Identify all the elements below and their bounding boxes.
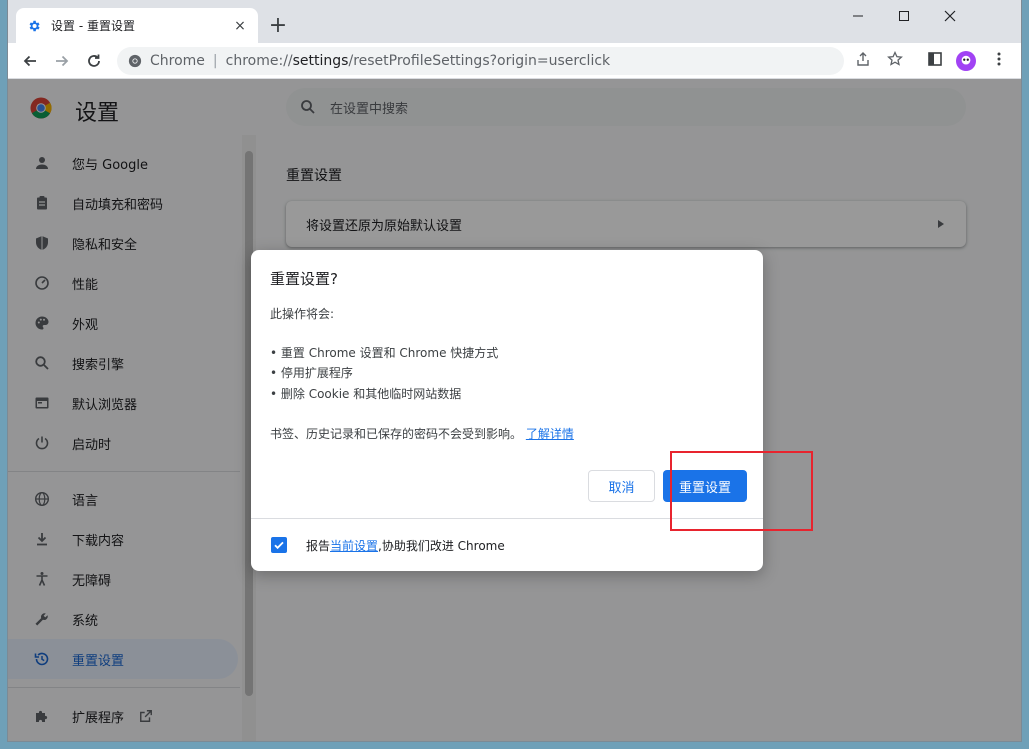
avatar-icon [961, 55, 971, 65]
report-prefix: 报告 [306, 539, 331, 553]
forward-button[interactable] [50, 49, 74, 73]
close-window-button[interactable] [927, 0, 973, 32]
chrome-site-icon [127, 53, 143, 69]
new-tab-button[interactable]: + [266, 14, 290, 38]
current-settings-link[interactable]: 当前设置 [330, 539, 378, 553]
report-suffix: ,协助我们改进 Chrome [378, 539, 505, 553]
dialog-title: 重置设置? [270, 270, 338, 288]
cancel-button[interactable]: 取消 [588, 470, 655, 502]
report-label: 报告当前设置,协助我们改进 Chrome [306, 537, 505, 554]
minimize-icon [853, 15, 863, 17]
learn-more-link[interactable]: 了解详情 [526, 427, 574, 441]
minimize-button[interactable] [835, 0, 881, 32]
reload-button[interactable] [82, 49, 106, 73]
share-icon [857, 52, 869, 66]
dialog-note-text: 书签、历史记录和已保存的密码不会受到影响。 [270, 427, 523, 441]
dialog-intro: 此操作将会: [270, 307, 335, 321]
reload-icon [88, 54, 100, 67]
tab-strip: 设置 - 重置设置 × + [8, 0, 1021, 43]
profile-avatar[interactable] [956, 51, 976, 71]
site-chip-label: Chrome [150, 53, 205, 69]
side-panel-button[interactable] [923, 47, 947, 71]
tab-settings[interactable]: 设置 - 重置设置 × [16, 8, 258, 43]
maximize-icon [899, 11, 909, 21]
back-button[interactable] [18, 49, 42, 73]
tab-close-icon[interactable]: × [232, 18, 248, 34]
close-icon [944, 10, 956, 22]
address-bar[interactable]: Chrome | chrome://settings/resetProfileS… [117, 47, 844, 75]
dialog-bullet: • 删除 Cookie 和其他临时网站数据 [270, 387, 462, 401]
url-path: /resetProfileSettings?origin=userclick [348, 53, 611, 69]
highlight-box [670, 451, 813, 531]
menu-button[interactable] [987, 47, 1011, 71]
dialog-bullet: • 重置 Chrome 设置和 Chrome 快捷方式 [270, 346, 499, 360]
share-button[interactable] [851, 47, 875, 71]
back-arrow-icon [23, 55, 36, 67]
star-icon [887, 51, 903, 66]
tab-title: 设置 - 重置设置 [51, 19, 135, 33]
gear-icon [26, 18, 42, 34]
toolbar: Chrome | chrome://settings/resetProfileS… [8, 43, 1021, 79]
maximize-button[interactable] [881, 0, 927, 32]
more-vert-icon [997, 52, 1001, 66]
dialog-bullet: • 停用扩展程序 [270, 366, 353, 380]
checkmark-icon [274, 541, 284, 550]
url-host: settings [292, 53, 349, 69]
url-scheme: chrome:// [225, 53, 293, 69]
bookmark-star-button[interactable] [883, 47, 907, 71]
dialog-note: 书签、历史记录和已保存的密码不会受到影响。 了解详情 [270, 425, 574, 442]
side-panel-icon [928, 52, 942, 66]
address-separator: | [212, 53, 218, 69]
report-checkbox[interactable] [271, 537, 287, 553]
forward-arrow-icon [56, 55, 69, 67]
